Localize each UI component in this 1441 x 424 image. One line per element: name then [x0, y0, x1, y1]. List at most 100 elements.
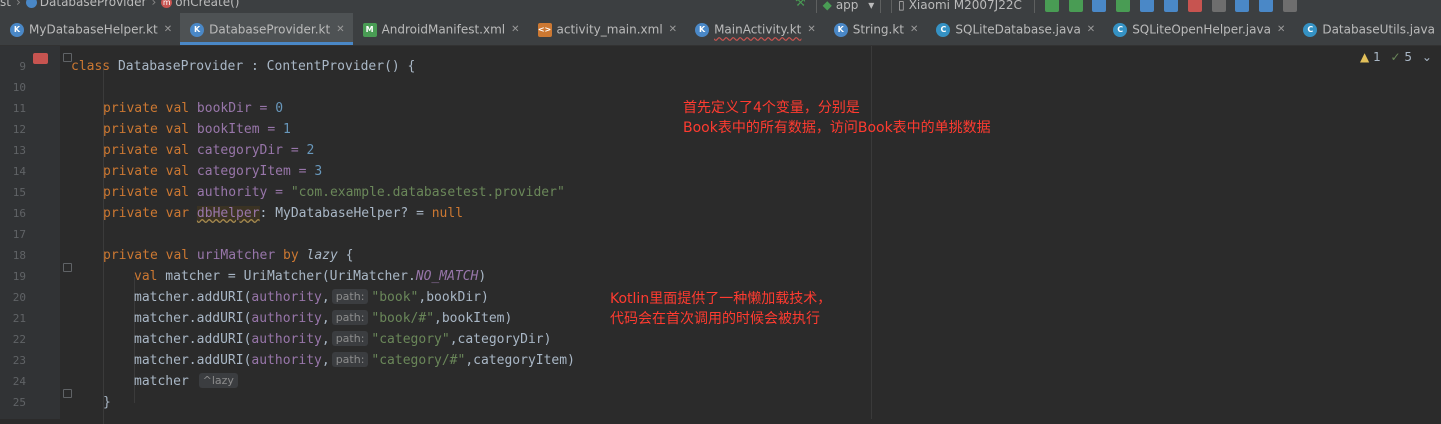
code-text: matcher ^lazy: [134, 371, 241, 392]
code-text: private val uriMatcher by lazy {: [103, 245, 353, 266]
kotlin-file-icon: K: [10, 23, 24, 37]
code-text: class DatabaseProvider : ContentProvider…: [71, 56, 415, 77]
navigation-bar: st › DatabaseProvider › monCreate() ⚒ ◆app ▾…: [0, 0, 1441, 13]
line-number: 22: [0, 329, 26, 350]
line-number: 17: [0, 224, 26, 245]
line-number: 11: [0, 98, 26, 119]
parameter-hint: path:: [332, 310, 369, 325]
code-text: matcher.addURI(authority,path:"book/#",b…: [134, 308, 512, 329]
code-text: matcher.addURI(authority,path:"category/…: [134, 350, 575, 371]
manifest-file-icon: M: [363, 23, 377, 37]
tab-databaseprovider-kt[interactable]: KDatabaseProvider.kt✕: [180, 13, 352, 45]
breadcrumb-separator: ›: [16, 0, 21, 9]
close-icon[interactable]: ✕: [910, 24, 918, 35]
class-icon: [26, 0, 37, 8]
line-number: 12: [0, 119, 26, 140]
device-select[interactable]: ▯Xiaomi M2007J22C: [891, 0, 1035, 13]
close-icon[interactable]: ✕: [164, 24, 172, 35]
code-line: 15 private val authority = "com.example.…: [0, 182, 1441, 203]
close-icon[interactable]: ✕: [1087, 24, 1095, 35]
code-text: private var dbHelper: MyDatabaseHelper? …: [103, 203, 463, 224]
xml-file-icon: <>: [538, 23, 552, 37]
java-class-icon: C: [936, 23, 950, 37]
apply-changes-icon[interactable]: [1069, 0, 1083, 12]
android-icon: ◆: [823, 0, 832, 13]
lambda-return-hint: ^lazy: [199, 373, 238, 388]
rerun-icon[interactable]: [1045, 0, 1059, 12]
debug-icon[interactable]: [1092, 0, 1106, 12]
line-number: 19: [0, 266, 26, 287]
code-line: 13 private val categoryDir = 2: [0, 140, 1441, 161]
close-icon[interactable]: ✕: [669, 24, 677, 35]
tab-sqliteopenhelper-java[interactable]: CSQLiteOpenHelper.java✕: [1103, 13, 1293, 45]
line-number: 9: [0, 56, 26, 77]
breadcrumb: st › DatabaseProvider › monCreate(): [0, 0, 239, 9]
run-config-select[interactable]: ◆app ▾: [816, 0, 882, 13]
tab-mainactivity-kt[interactable]: KMainActivity.kt✕: [685, 13, 824, 45]
tab-androidmanifest-xml[interactable]: MAndroidManifest.xml✕: [353, 13, 528, 45]
line-number: 24: [0, 371, 26, 392]
code-line: 22 matcher.addURI(authority,path:"catego…: [0, 329, 1441, 350]
java-class-icon: C: [1303, 23, 1317, 37]
device-icon: ▯: [898, 0, 905, 13]
line-number: 18: [0, 245, 26, 266]
breadcrumb-method[interactable]: onCreate(): [175, 0, 239, 9]
close-icon[interactable]: ✕: [511, 24, 519, 35]
code-line: 19 val matcher = UriMatcher(UriMatcher.N…: [0, 266, 1441, 287]
line-number: 20: [0, 287, 26, 308]
method-icon: m: [161, 0, 172, 8]
avd-manager-icon[interactable]: [1259, 0, 1273, 12]
editor-tabs: KMyDatabaseHelper.kt✕KDatabaseProvider.k…: [0, 13, 1441, 46]
code-text: val matcher = UriMatcher(UriMatcher.NO_M…: [134, 266, 486, 287]
build-hammer-icon[interactable]: ⚒: [795, 0, 806, 9]
line-number: 10: [0, 77, 26, 98]
parameter-hint: path:: [332, 352, 369, 367]
kotlin-file-icon: K: [695, 23, 709, 37]
java-class-icon: C: [1113, 23, 1127, 37]
code-text: matcher.addURI(authority,path:"category"…: [134, 329, 551, 350]
code-editor[interactable]: ▲ 1 ✓ 5 ⌄ 9 class DatabaseProvider : Con…: [0, 46, 1441, 419]
code-text: private val authority = "com.example.dat…: [103, 182, 565, 203]
tab-activity-main-xml[interactable]: <>activity_main.xml✕: [528, 13, 686, 45]
breadcrumb-separator: ›: [151, 0, 156, 9]
sdk-manager-icon[interactable]: [1235, 0, 1249, 12]
line-number: 16: [0, 203, 26, 224]
breadcrumb-root[interactable]: st: [0, 0, 11, 9]
close-icon[interactable]: ✕: [807, 24, 815, 35]
line-number: 13: [0, 140, 26, 161]
parameter-hint: path:: [332, 289, 369, 304]
tab-sqlitedatabase-java[interactable]: CSQLiteDatabase.java✕: [926, 13, 1103, 45]
code-text: private val categoryItem = 3: [103, 161, 322, 182]
stop-icon[interactable]: [1188, 0, 1202, 12]
code-text: private val categoryDir = 2: [103, 140, 314, 161]
sync-icon[interactable]: [1283, 0, 1297, 12]
code-text: }: [103, 392, 111, 413]
line-number: 21: [0, 308, 26, 329]
device-manager-icon[interactable]: [1212, 0, 1226, 12]
breadcrumb-file[interactable]: DatabaseProvider: [40, 0, 147, 9]
code-text: private val bookItem = 1: [103, 119, 291, 140]
kotlin-file-icon: K: [834, 23, 848, 37]
debug-bug-icon[interactable]: [1116, 0, 1130, 12]
code-line: 18 private val uriMatcher by lazy {: [0, 245, 1441, 266]
code-text: matcher.addURI(authority,path:"book",boo…: [134, 287, 489, 308]
code-line: 24 matcher ^lazy: [0, 371, 1441, 392]
code-line: 23 matcher.addURI(authority,path:"catego…: [0, 350, 1441, 371]
tab-mydatabasehelper-kt[interactable]: KMyDatabaseHelper.kt✕: [0, 13, 180, 45]
close-icon[interactable]: ✕: [1277, 24, 1285, 35]
main-toolbar: ⚒ ◆app ▾ ▯Xiaomi M2007J22C: [795, 0, 1303, 13]
code-line: 9 class DatabaseProvider : ContentProvid…: [0, 56, 1441, 77]
kotlin-file-icon: K: [190, 23, 204, 37]
line-number: 15: [0, 182, 26, 203]
code-line: 17: [0, 224, 1441, 245]
parameter-hint: path:: [332, 331, 369, 346]
close-icon[interactable]: ✕: [336, 24, 344, 35]
tab-databaseutils-java[interactable]: CDatabaseUtils.java✕: [1293, 13, 1441, 45]
profile-icon[interactable]: [1140, 0, 1154, 12]
code-line: 25 }: [0, 392, 1441, 413]
code-line: 14 private val categoryItem = 3: [0, 161, 1441, 182]
code-line: 16 private var dbHelper: MyDatabaseHelpe…: [0, 203, 1441, 224]
line-number: 23: [0, 350, 26, 371]
tab-string-kt[interactable]: KString.kt✕: [824, 13, 927, 45]
attach-debugger-icon[interactable]: [1164, 0, 1178, 12]
